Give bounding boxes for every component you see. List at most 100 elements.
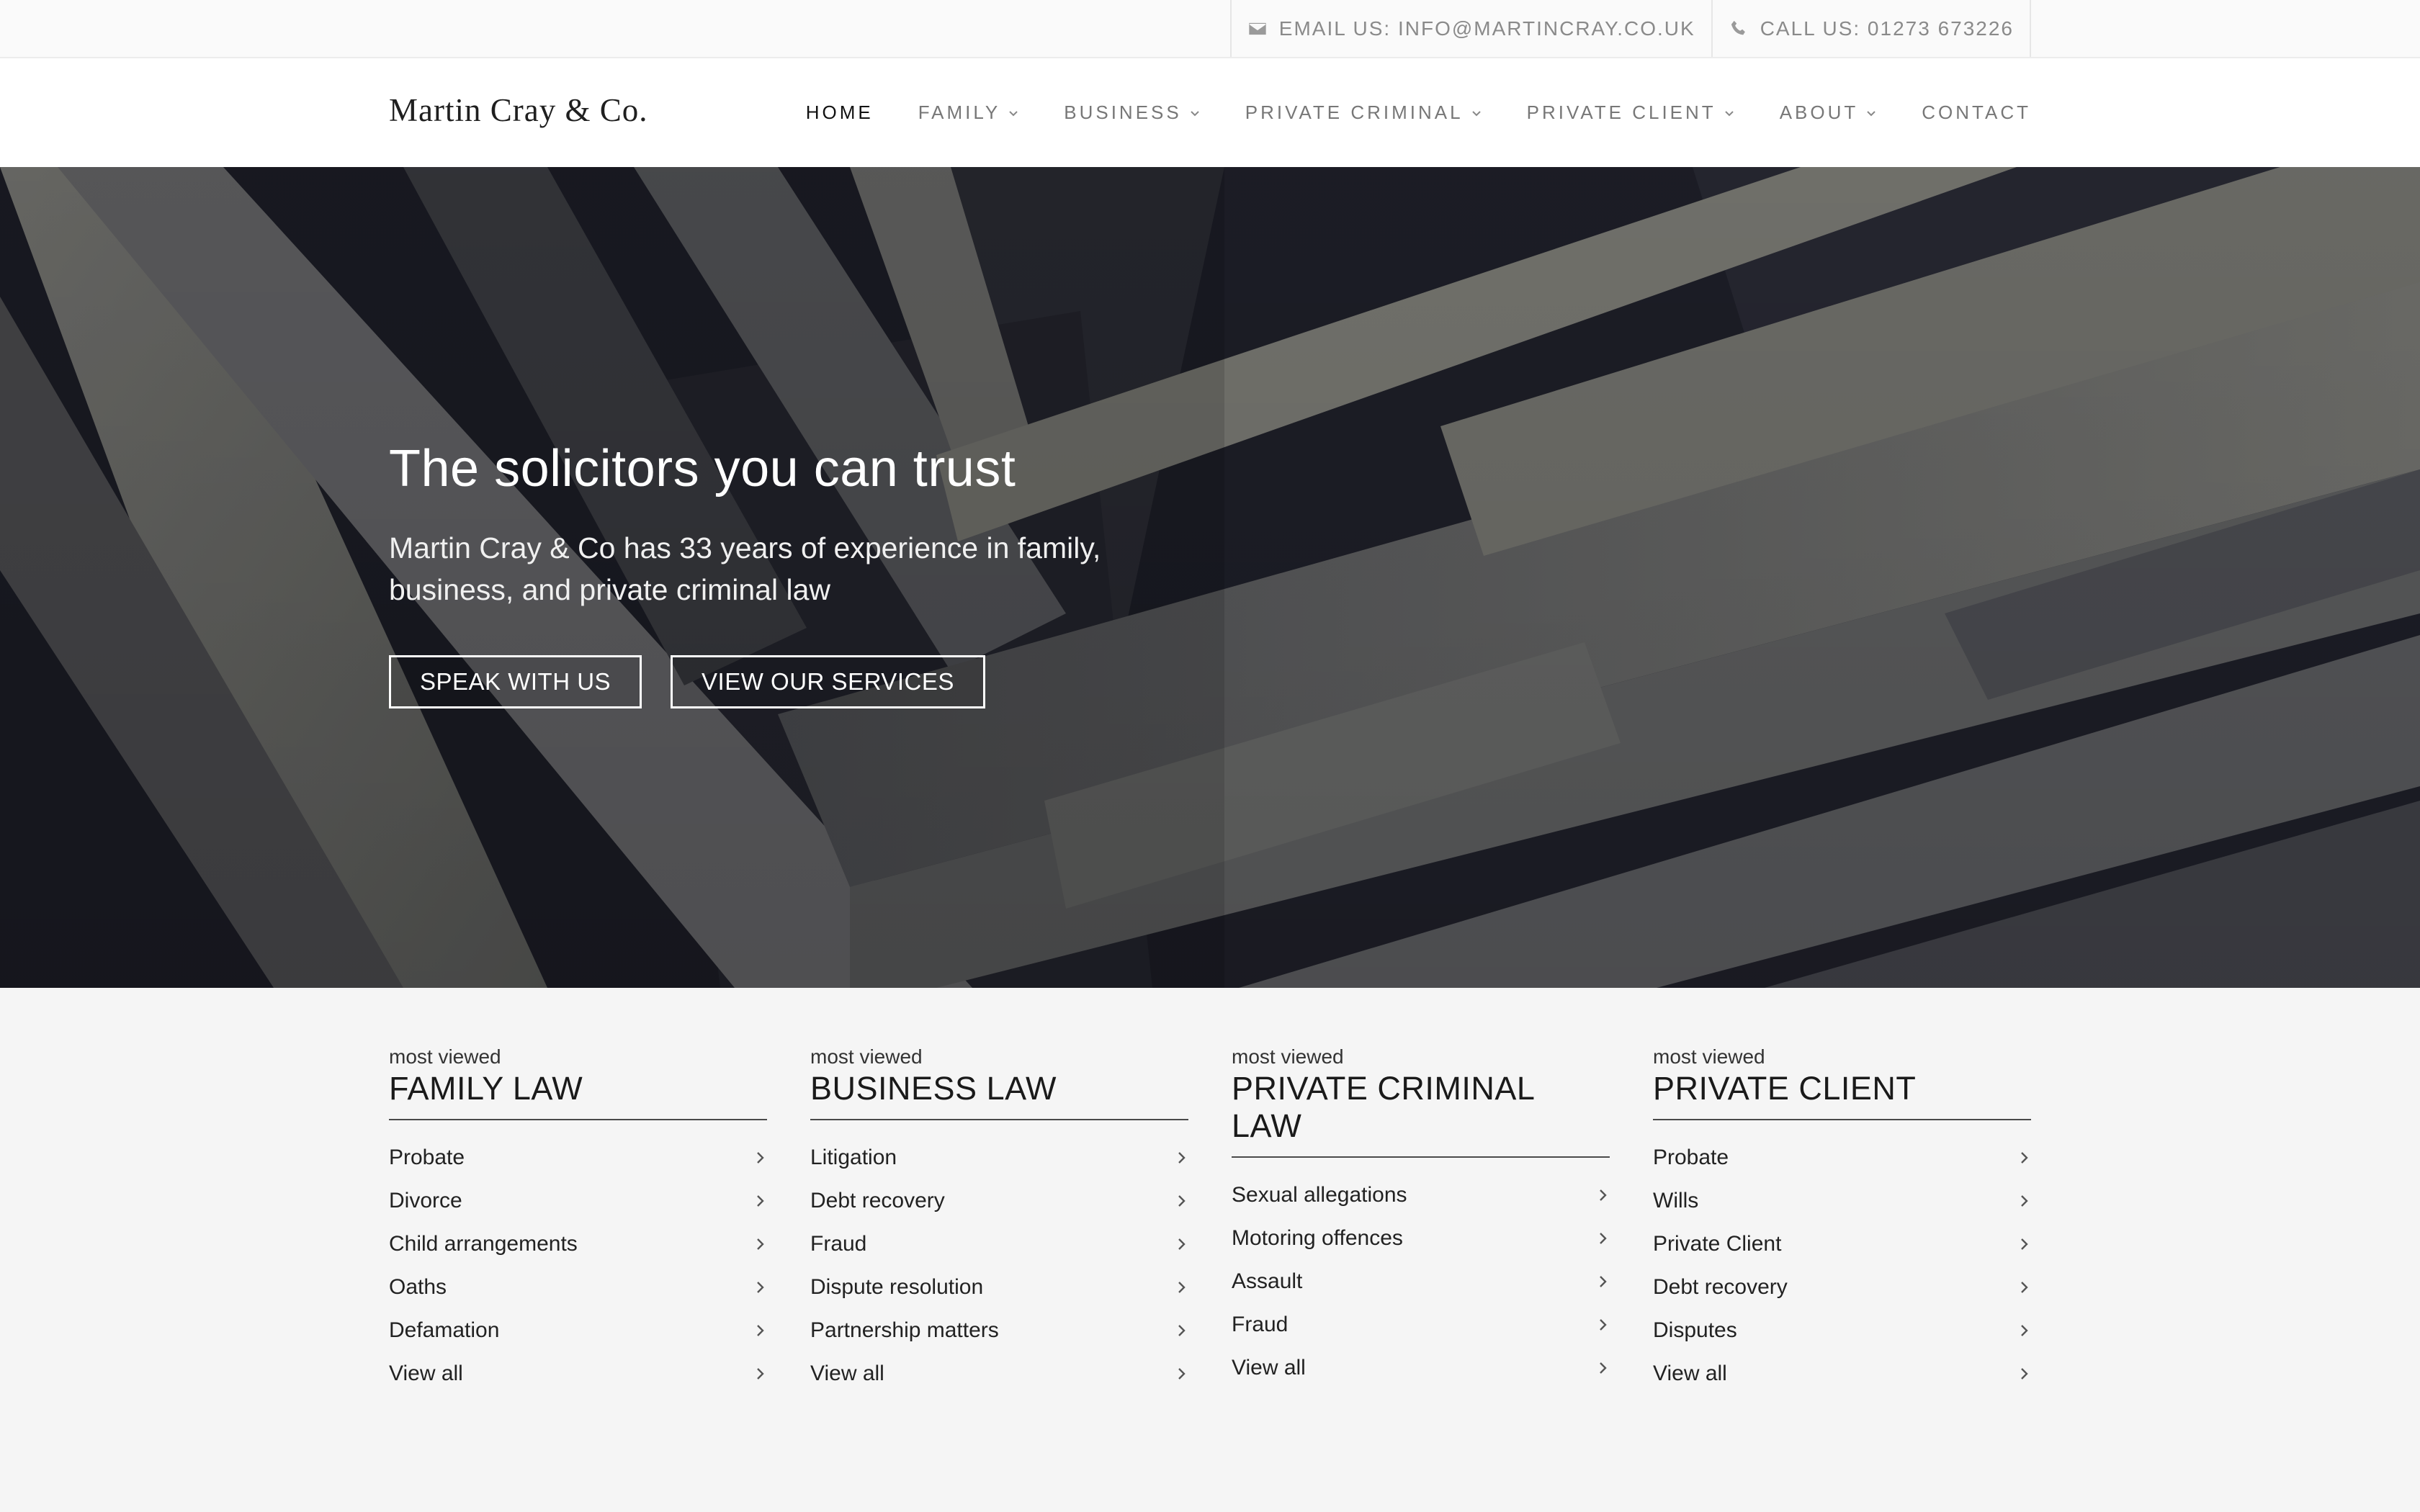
link-label: Debt recovery — [1653, 1275, 1788, 1299]
chevron-down-icon — [1724, 110, 1734, 116]
speak-with-us-button[interactable]: SPEAK WITH US — [389, 655, 642, 708]
list-item[interactable]: Probate — [389, 1136, 767, 1179]
list-item[interactable]: Sexual allegations — [1232, 1174, 1610, 1217]
column-divider — [810, 1119, 1188, 1120]
hero-background-image — [0, 167, 2420, 988]
chevron-right-icon — [1178, 1368, 1186, 1380]
link-label: Assault — [1232, 1269, 1303, 1293]
contact-links: EMAIL US: INFO@MARTINCRAY.CO.UK CALL US:… — [1229, 0, 2031, 57]
hero-buttons: SPEAK WITH US VIEW OUR SERVICES — [389, 655, 1181, 708]
view-services-button[interactable]: VIEW OUR SERVICES — [671, 655, 985, 708]
chevron-right-icon — [2021, 1195, 2028, 1207]
link-label: View all — [1232, 1356, 1306, 1380]
hero-banner: The solicitors you can trust Martin Cray… — [0, 167, 2420, 988]
chevron-right-icon — [1600, 1276, 1607, 1287]
column-title: BUSINESS LAW — [810, 1070, 1057, 1107]
phone-icon — [1731, 20, 1745, 35]
view-all-link[interactable]: View all — [1653, 1352, 2031, 1395]
list-item[interactable]: Assault — [1232, 1260, 1610, 1303]
list-item[interactable]: Oaths — [389, 1266, 767, 1309]
link-label: Defamation — [389, 1318, 500, 1342]
chevron-right-icon — [2021, 1152, 2028, 1164]
nav-item-label: HOME — [805, 102, 874, 123]
column-divider — [1232, 1156, 1610, 1158]
chevron-right-icon — [757, 1282, 764, 1293]
phone-label: CALL US: 01273 673226 — [1760, 17, 2014, 40]
link-label: View all — [389, 1362, 463, 1385]
chevron-right-icon — [2021, 1282, 2028, 1293]
top-contact-bar: EMAIL US: INFO@MARTINCRAY.CO.UK CALL US:… — [0, 0, 2420, 58]
chevron-right-icon — [1600, 1319, 1607, 1331]
hero-subtitle: Martin Cray & Co has 33 years of experie… — [389, 531, 1101, 606]
nav-item-about[interactable]: ABOUT — [1780, 102, 1878, 124]
list-item[interactable]: Partnership matters — [810, 1309, 1188, 1352]
chevron-down-icon — [1191, 110, 1199, 116]
nav-item-family[interactable]: FAMILY — [918, 102, 1020, 124]
nav-item-private-criminal[interactable]: PRIVATE CRIMINAL — [1245, 102, 1482, 124]
view-all-link[interactable]: View all — [389, 1352, 767, 1395]
link-label: Oaths — [389, 1275, 447, 1299]
chevron-right-icon — [757, 1152, 764, 1164]
email-link[interactable]: EMAIL US: INFO@MARTINCRAY.CO.UK — [1229, 0, 1711, 57]
link-label: Wills — [1653, 1189, 1699, 1212]
list-item[interactable]: Motoring offences — [1232, 1217, 1610, 1260]
nav-item-private-client[interactable]: PRIVATE CLIENT — [1527, 102, 1735, 124]
chevron-down-icon — [1009, 110, 1018, 116]
chevron-right-icon — [757, 1368, 764, 1380]
list-item[interactable]: Wills — [1653, 1179, 2031, 1223]
column-kicker: most viewed — [810, 1045, 923, 1068]
chevron-right-icon — [757, 1195, 764, 1207]
list-item[interactable]: Debt recovery — [810, 1179, 1188, 1223]
list-item[interactable]: Fraud — [1232, 1303, 1610, 1346]
chevron-right-icon — [2021, 1325, 2028, 1336]
link-label: Private Client — [1653, 1232, 1782, 1256]
link-label: Probate — [1653, 1146, 1729, 1169]
column-divider — [1653, 1119, 2031, 1120]
nav-item-label: PRIVATE CRIMINAL — [1245, 102, 1464, 123]
list-item[interactable]: Defamation — [389, 1309, 767, 1352]
chevron-right-icon — [1178, 1152, 1186, 1164]
chevron-right-icon — [1178, 1282, 1186, 1293]
view-all-link[interactable]: View all — [810, 1352, 1188, 1395]
hero-content: The solicitors you can trust Martin Cray… — [389, 439, 1181, 708]
site-logo[interactable]: Martin Cray & Co. — [389, 91, 647, 129]
list-item[interactable]: Fraud — [810, 1223, 1188, 1266]
link-label: View all — [810, 1362, 884, 1385]
nav-item-business[interactable]: BUSINESS — [1064, 102, 1201, 124]
column-kicker: most viewed — [1232, 1045, 1344, 1068]
most-viewed-section: most viewed FAMILY LAW Probate Divorce C… — [389, 1045, 2031, 1395]
chevron-right-icon — [2021, 1238, 2028, 1250]
column-title: PRIVATE CLIENT — [1653, 1070, 1917, 1107]
nav-item-home[interactable]: HOME — [806, 102, 874, 124]
list-item[interactable]: Probate — [1653, 1136, 2031, 1179]
private-criminal-law-column: most viewed PRIVATE CRIMINAL LAW Sexual … — [1232, 1045, 1610, 1395]
chevron-down-icon — [1471, 110, 1481, 116]
link-label: Child arrangements — [389, 1232, 578, 1256]
list-item[interactable]: Disputes — [1653, 1309, 2031, 1352]
link-label: Probate — [389, 1146, 465, 1169]
nav-item-label: ABOUT — [1779, 102, 1859, 123]
chevron-right-icon — [1600, 1233, 1607, 1244]
nav-item-contact[interactable]: CONTACT — [1922, 102, 2031, 124]
link-label: Fraud — [1232, 1313, 1289, 1336]
list-item[interactable]: Divorce — [389, 1179, 767, 1223]
nav-item-label: BUSINESS — [1064, 102, 1182, 123]
chevron-down-icon — [1867, 110, 1876, 116]
view-all-link[interactable]: View all — [1232, 1346, 1610, 1390]
list-item[interactable]: Child arrangements — [389, 1223, 767, 1266]
email-label: EMAIL US: INFO@MARTINCRAY.CO.UK — [1278, 17, 1695, 40]
link-label: Divorce — [389, 1189, 462, 1212]
phone-link[interactable]: CALL US: 01273 673226 — [1711, 0, 2031, 57]
chevron-right-icon — [757, 1238, 764, 1250]
link-label: Disputes — [1653, 1318, 1737, 1342]
link-label: Partnership matters — [810, 1318, 999, 1342]
list-item[interactable]: Dispute resolution — [810, 1266, 1188, 1309]
list-item[interactable]: Litigation — [810, 1136, 1188, 1179]
list-item[interactable]: Debt recovery — [1653, 1266, 2031, 1309]
chevron-right-icon — [2021, 1368, 2028, 1380]
link-label: View all — [1653, 1362, 1727, 1385]
private-client-column: most viewed PRIVATE CLIENT Probate Wills… — [1653, 1045, 2031, 1395]
family-law-column: most viewed FAMILY LAW Probate Divorce C… — [389, 1045, 767, 1395]
list-item[interactable]: Private Client — [1653, 1223, 2031, 1266]
envelope-icon — [1249, 22, 1266, 35]
